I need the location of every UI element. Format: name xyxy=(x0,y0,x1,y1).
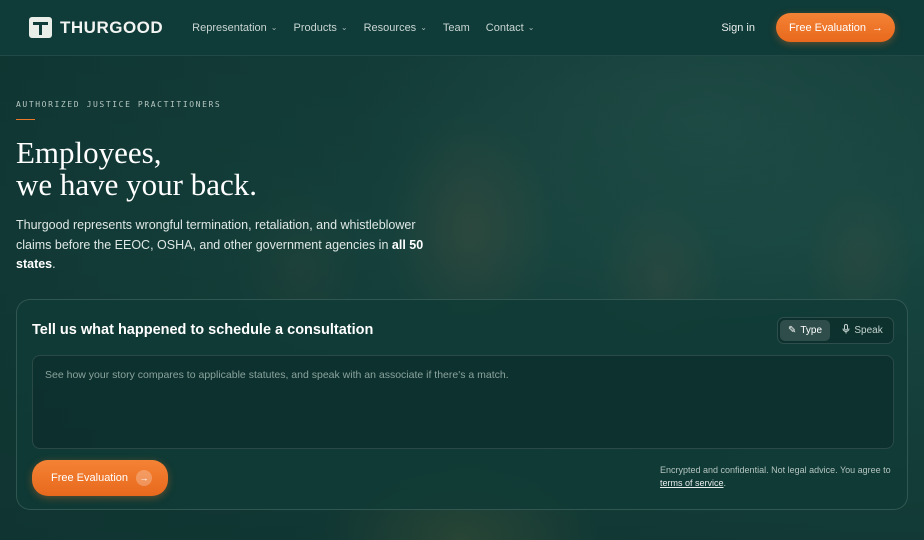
button-label: Free Evaluation xyxy=(788,21,866,34)
mode-label: Speak xyxy=(854,325,883,336)
input-mode-toggle: ✎ Type Speak xyxy=(777,317,894,344)
nav-label: Products xyxy=(293,21,337,34)
disclaimer-end: . xyxy=(723,478,727,488)
mode-type-button[interactable]: ✎ Type xyxy=(780,320,831,341)
brand-logo[interactable]: THURGOOD xyxy=(29,17,163,38)
free-evaluation-header-button[interactable]: Free Evaluation → xyxy=(775,13,895,42)
hero-headline: Employees, we have your back. xyxy=(16,137,257,201)
mode-label: Type xyxy=(800,325,823,336)
terms-of-service-link[interactable]: terms of service xyxy=(660,478,724,488)
header-actions: Sign in Free Evaluation → xyxy=(721,13,895,42)
chevron-down-icon: ⌄ xyxy=(340,23,348,32)
story-input[interactable] xyxy=(32,355,894,449)
eyebrow-divider xyxy=(16,119,35,120)
subtext-body: Thurgood represents wrongful termination… xyxy=(16,218,416,252)
nav-label: Team xyxy=(442,21,470,34)
nav-item-representation[interactable]: Representation ⌄ xyxy=(184,18,285,38)
headline-line-2: we have your back. xyxy=(16,167,258,202)
brand-name: THURGOOD xyxy=(60,17,164,37)
nav-label: Resources xyxy=(363,21,417,34)
arrow-right-icon: → xyxy=(136,470,153,486)
nav-label: Contact xyxy=(485,21,524,34)
button-label: Free Evaluation xyxy=(51,472,129,484)
hero-subtext: Thurgood represents wrongful termination… xyxy=(16,216,426,275)
site-header: THURGOOD Representation ⌄ Products ⌄ Res… xyxy=(0,0,924,56)
microphone-icon xyxy=(842,324,850,337)
nav-item-team[interactable]: Team xyxy=(435,18,478,38)
nav-item-contact[interactable]: Contact ⌄ xyxy=(478,18,543,38)
consultation-title: Tell us what happened to schedule a cons… xyxy=(32,322,374,338)
arrow-right-icon: → xyxy=(872,21,883,34)
nav-item-products[interactable]: Products ⌄ xyxy=(285,18,355,38)
legal-disclaimer: Encrypted and confidential. Not legal ad… xyxy=(660,464,892,490)
disclaimer-text: Encrypted and confidential. Not legal ad… xyxy=(660,465,891,475)
nav-label: Representation xyxy=(192,21,267,34)
subtext-end: . xyxy=(52,257,56,271)
free-evaluation-button[interactable]: Free Evaluation → xyxy=(32,460,169,496)
nav-item-resources[interactable]: Resources ⌄ xyxy=(356,18,435,38)
sign-in-link[interactable]: Sign in xyxy=(721,22,755,34)
main-nav: Representation ⌄ Products ⌄ Resources ⌄ … xyxy=(184,18,542,38)
chevron-down-icon: ⌄ xyxy=(420,23,427,32)
headline-line-1: Employees, xyxy=(16,135,162,170)
chevron-down-icon: ⌄ xyxy=(270,23,278,32)
pencil-icon: ✎ xyxy=(787,325,797,336)
mode-speak-button[interactable]: Speak xyxy=(834,320,891,341)
hero-eyebrow: AUTHORIZED JUSTICE PRACTITIONERS xyxy=(16,100,222,109)
consultation-card: Tell us what happened to schedule a cons… xyxy=(16,299,908,510)
chevron-down-icon: ⌄ xyxy=(527,23,535,32)
logo-mark-icon xyxy=(29,17,52,38)
